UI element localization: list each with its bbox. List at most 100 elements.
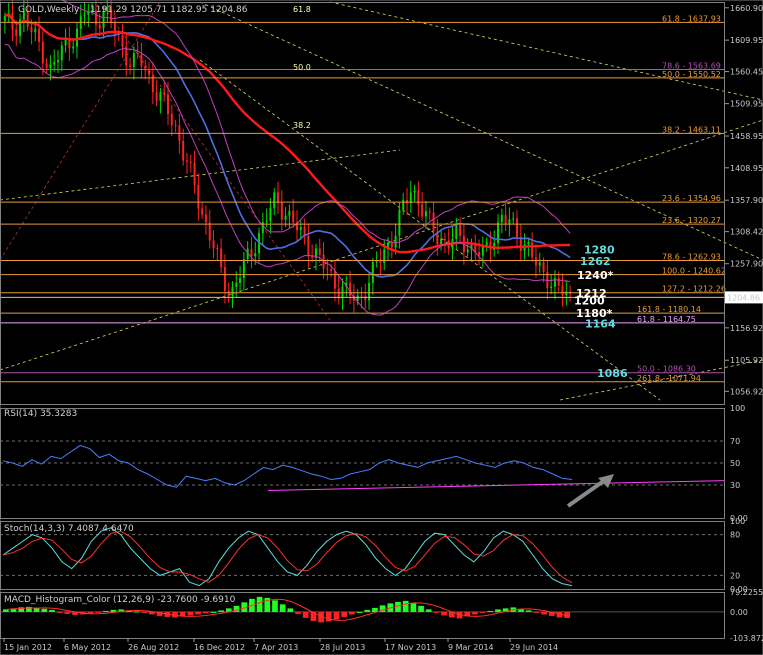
macd-title: MACD_Histogram_Color (12,26,9) -23.7600 … bbox=[4, 595, 236, 605]
current-price-value: 1204.86 bbox=[727, 293, 760, 302]
fib-level-label: 261.8 - 1071.94 bbox=[637, 374, 701, 383]
fib-level-label: 100.0 - 1240.62 bbox=[662, 267, 726, 276]
macd-histogram-bar bbox=[472, 611, 478, 615]
fib-fan-label: 61.8 bbox=[293, 5, 311, 14]
candle-body bbox=[185, 160, 188, 162]
macd-histogram-bar bbox=[133, 611, 140, 613]
candle-body bbox=[390, 242, 393, 248]
rsi-tick-label: 50 bbox=[730, 459, 740, 468]
price-tick-label: 1660.90 bbox=[730, 4, 763, 13]
candle-body bbox=[159, 92, 162, 101]
candle-body bbox=[57, 60, 60, 63]
price-tick-label: 1357.90 bbox=[730, 196, 763, 205]
macd-histogram-bar bbox=[541, 611, 547, 615]
candle-body bbox=[269, 208, 272, 222]
candle-body bbox=[292, 210, 295, 223]
candle-body bbox=[148, 70, 151, 75]
candle-body bbox=[375, 261, 378, 263]
macd-histogram-bar bbox=[441, 611, 447, 616]
candle-body bbox=[360, 295, 363, 297]
fib-level-label: 50.0 - 1550.52 bbox=[662, 70, 721, 79]
candle-body bbox=[201, 208, 204, 215]
candle-body bbox=[38, 28, 41, 42]
price-tick-label: 1560.45 bbox=[730, 68, 763, 77]
candle-body bbox=[409, 192, 412, 204]
candle-body bbox=[265, 221, 268, 223]
candle-body bbox=[45, 63, 48, 68]
candle-body bbox=[60, 45, 63, 61]
symbol-label: GOLD,Weekly bbox=[18, 5, 80, 15]
candle-body bbox=[534, 257, 537, 266]
candle-body bbox=[307, 235, 310, 256]
price-target-label: 1200 bbox=[574, 294, 605, 307]
fib-fan-label: 38.2 bbox=[293, 121, 311, 130]
candle-body bbox=[455, 225, 458, 240]
candle-body bbox=[280, 202, 283, 220]
candle-body bbox=[299, 226, 302, 231]
candle-body bbox=[235, 282, 238, 287]
candle-body bbox=[379, 261, 382, 263]
fib-level-label: 23.6 - 1354.96 bbox=[662, 194, 721, 203]
stoch-main-line bbox=[2, 527, 573, 587]
trendline-dashed bbox=[199, 59, 661, 401]
price-tick-label: 1408.95 bbox=[730, 164, 763, 173]
candle-body bbox=[288, 210, 291, 216]
candle-body bbox=[163, 92, 166, 95]
macd-histogram-bar bbox=[525, 610, 532, 612]
candle-body bbox=[167, 94, 170, 115]
candle-body bbox=[121, 35, 124, 47]
candle-body bbox=[239, 278, 242, 283]
macd-tick-label: -103.8729 bbox=[730, 634, 763, 643]
candle-body bbox=[136, 53, 139, 55]
trendline-dashed bbox=[0, 149, 401, 201]
candle-body bbox=[193, 162, 196, 185]
macd-histogram-bar bbox=[41, 608, 48, 612]
candle-body bbox=[68, 39, 71, 49]
candle-body bbox=[277, 192, 280, 203]
candle-body bbox=[538, 262, 541, 266]
macd-histogram-bar bbox=[295, 611, 301, 614]
fib-level-label: 38.2 - 1463.11 bbox=[662, 125, 721, 134]
candle-body bbox=[364, 296, 367, 301]
window-frame bbox=[0, 0, 763, 655]
candle-body bbox=[182, 140, 185, 161]
candle-body bbox=[208, 222, 211, 241]
stoch-tick-label: 20 bbox=[730, 571, 740, 580]
candle-body bbox=[326, 268, 329, 270]
candle-body bbox=[41, 41, 44, 64]
candle-body bbox=[64, 39, 67, 46]
macd-histogram-bar bbox=[202, 611, 209, 614]
fib-level-label: 50.0 - 1086.30 bbox=[637, 365, 696, 374]
candle-body bbox=[155, 92, 158, 101]
candle-body bbox=[125, 46, 128, 66]
candle-body bbox=[212, 240, 215, 249]
macd-histogram-bar bbox=[410, 602, 417, 612]
macd-tick-label: 79.2255 bbox=[730, 588, 763, 597]
candle-body bbox=[231, 286, 234, 297]
fib-layer: 61.8 - 1637.9378.6 - 1563.6950.0 - 1550.… bbox=[0, 5, 726, 383]
candle-body bbox=[330, 269, 333, 272]
time-axis-label: 7 Apr 2013 bbox=[254, 643, 298, 652]
candle-body bbox=[402, 199, 405, 210]
time-axis-label: 28 Jul 2013 bbox=[320, 643, 365, 652]
price-tick-label: 1509.95 bbox=[730, 100, 763, 109]
candle-body bbox=[504, 214, 507, 224]
gold-weekly-chart: 61.8 - 1637.9378.6 - 1563.6950.0 - 1550.… bbox=[0, 0, 763, 655]
candle-body bbox=[424, 211, 427, 217]
macd-histogram-bar bbox=[218, 610, 224, 612]
macd-histogram-bar bbox=[287, 608, 294, 612]
candle-body bbox=[250, 248, 253, 257]
macd-histogram-bar bbox=[272, 600, 278, 612]
time-axis-label: 16 Dec 2012 bbox=[194, 643, 245, 652]
price-target-label: 1086 bbox=[597, 367, 628, 380]
price-tick-label: 1105.92 bbox=[730, 356, 763, 365]
fib-level-label: 23.6 - 1320.27 bbox=[662, 216, 721, 225]
candle-body bbox=[394, 235, 397, 248]
macd-histogram-bar bbox=[195, 611, 201, 615]
candle-body bbox=[428, 211, 431, 213]
candle-body bbox=[30, 26, 33, 33]
candle-body bbox=[561, 285, 564, 296]
candle-body bbox=[413, 190, 416, 193]
candle-body bbox=[398, 209, 401, 236]
macd-histogram-bar bbox=[487, 610, 494, 612]
